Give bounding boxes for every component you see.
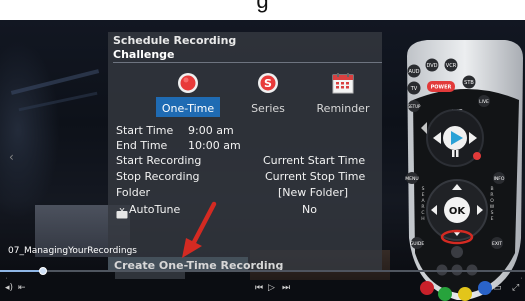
svg-text:S: S bbox=[264, 77, 272, 90]
one-time-label: One-Time bbox=[161, 102, 215, 115]
svg-text:B: B bbox=[490, 186, 493, 192]
svg-text:TV: TV bbox=[410, 86, 418, 92]
one-time-option[interactable]: One-Time bbox=[148, 72, 228, 120]
svg-text:DVD: DVD bbox=[426, 63, 437, 69]
stop-recording-value[interactable]: Current Stop Time bbox=[265, 170, 365, 183]
captions-icon[interactable]: ▭ bbox=[493, 283, 502, 293]
previous-icon[interactable]: ⏮ bbox=[255, 283, 263, 293]
play-icon[interactable]: ▷ bbox=[268, 283, 275, 293]
stop-recording-label: Stop Recording bbox=[116, 170, 200, 183]
series-option[interactable]: S Series bbox=[228, 72, 308, 120]
svg-text:VCR: VCR bbox=[446, 63, 457, 69]
folder-value[interactable]: [New Folder] bbox=[278, 186, 348, 199]
schedule-recording-dialog: Schedule Recording Challenge One-Time S bbox=[108, 32, 382, 272]
svg-text:E: E bbox=[491, 216, 494, 222]
svg-text:W: W bbox=[490, 204, 495, 210]
scene-light bbox=[0, 40, 60, 220]
progress-knob[interactable] bbox=[39, 267, 47, 275]
svg-text:C: C bbox=[421, 210, 424, 216]
video-frame: g ‹ Schedule Recording Challenge One-Tim… bbox=[0, 0, 525, 301]
record-icon bbox=[177, 72, 199, 98]
svg-text:R: R bbox=[421, 204, 424, 210]
next-icon[interactable]: ⏭ bbox=[282, 283, 290, 293]
svg-text:EXIT: EXIT bbox=[492, 241, 502, 247]
svg-text:S: S bbox=[491, 210, 494, 216]
chevron-left-icon[interactable]: ‹ bbox=[9, 150, 14, 164]
svg-text:LIVE: LIVE bbox=[479, 99, 489, 105]
divider bbox=[113, 62, 382, 63]
svg-text:POWER: POWER bbox=[431, 85, 452, 91]
svg-text:H: H bbox=[421, 216, 424, 222]
progress-track[interactable] bbox=[0, 270, 525, 272]
duration: · bbox=[519, 276, 523, 282]
end-time-value[interactable]: 10:00 am bbox=[188, 139, 241, 152]
remote-aud-button: AUD bbox=[409, 69, 420, 75]
tv-icon bbox=[116, 204, 128, 223]
series-label: Series bbox=[251, 102, 285, 115]
autotune-value[interactable]: No bbox=[302, 203, 317, 216]
video-caption: 07_ManagingYourRecordings bbox=[8, 246, 137, 256]
current-time: · bbox=[5, 276, 9, 282]
svg-text:O: O bbox=[490, 198, 494, 204]
start-recording-value[interactable]: Current Start Time bbox=[263, 154, 365, 167]
top-caption-band: g bbox=[0, 0, 525, 20]
tv-remote-image: AUD DVD VCR TV POWER STB SETUP LIVE LIST… bbox=[405, 40, 523, 301]
svg-text:MENU: MENU bbox=[405, 176, 418, 182]
reminder-option[interactable]: Reminder bbox=[303, 72, 383, 120]
red-arrow-annotation bbox=[182, 201, 217, 258]
reminder-label: Reminder bbox=[316, 102, 370, 115]
fullscreen-icon[interactable]: ⤢ bbox=[512, 283, 519, 293]
start-time-value[interactable]: 9:00 am bbox=[188, 124, 234, 137]
svg-text:SETUP: SETUP bbox=[408, 104, 421, 109]
svg-text:STB: STB bbox=[464, 80, 474, 86]
dialog-title: Schedule Recording bbox=[113, 34, 237, 47]
svg-text:GUIDE: GUIDE bbox=[410, 241, 425, 247]
end-time-label: End Time bbox=[116, 139, 168, 152]
calendar-icon bbox=[332, 72, 354, 98]
svg-text:R: R bbox=[490, 192, 493, 198]
skip-back-icon[interactable]: ⇤ bbox=[18, 283, 26, 293]
series-icon: S bbox=[257, 72, 279, 98]
svg-text:OK: OK bbox=[449, 206, 467, 217]
folder-label: Folder bbox=[116, 186, 150, 199]
svg-text:S: S bbox=[422, 186, 425, 192]
volume-icon[interactable]: ◂) bbox=[5, 283, 13, 293]
svg-text:INFO: INFO bbox=[494, 176, 505, 182]
top-caption-text: g bbox=[256, 0, 269, 13]
start-time-label: Start Time bbox=[116, 124, 174, 137]
progress-fill bbox=[0, 270, 42, 272]
start-recording-label: Start Recording bbox=[116, 154, 202, 167]
autotune-label: AutoTune bbox=[129, 203, 181, 216]
svg-text:E: E bbox=[422, 192, 425, 198]
program-title: Challenge bbox=[113, 48, 175, 61]
